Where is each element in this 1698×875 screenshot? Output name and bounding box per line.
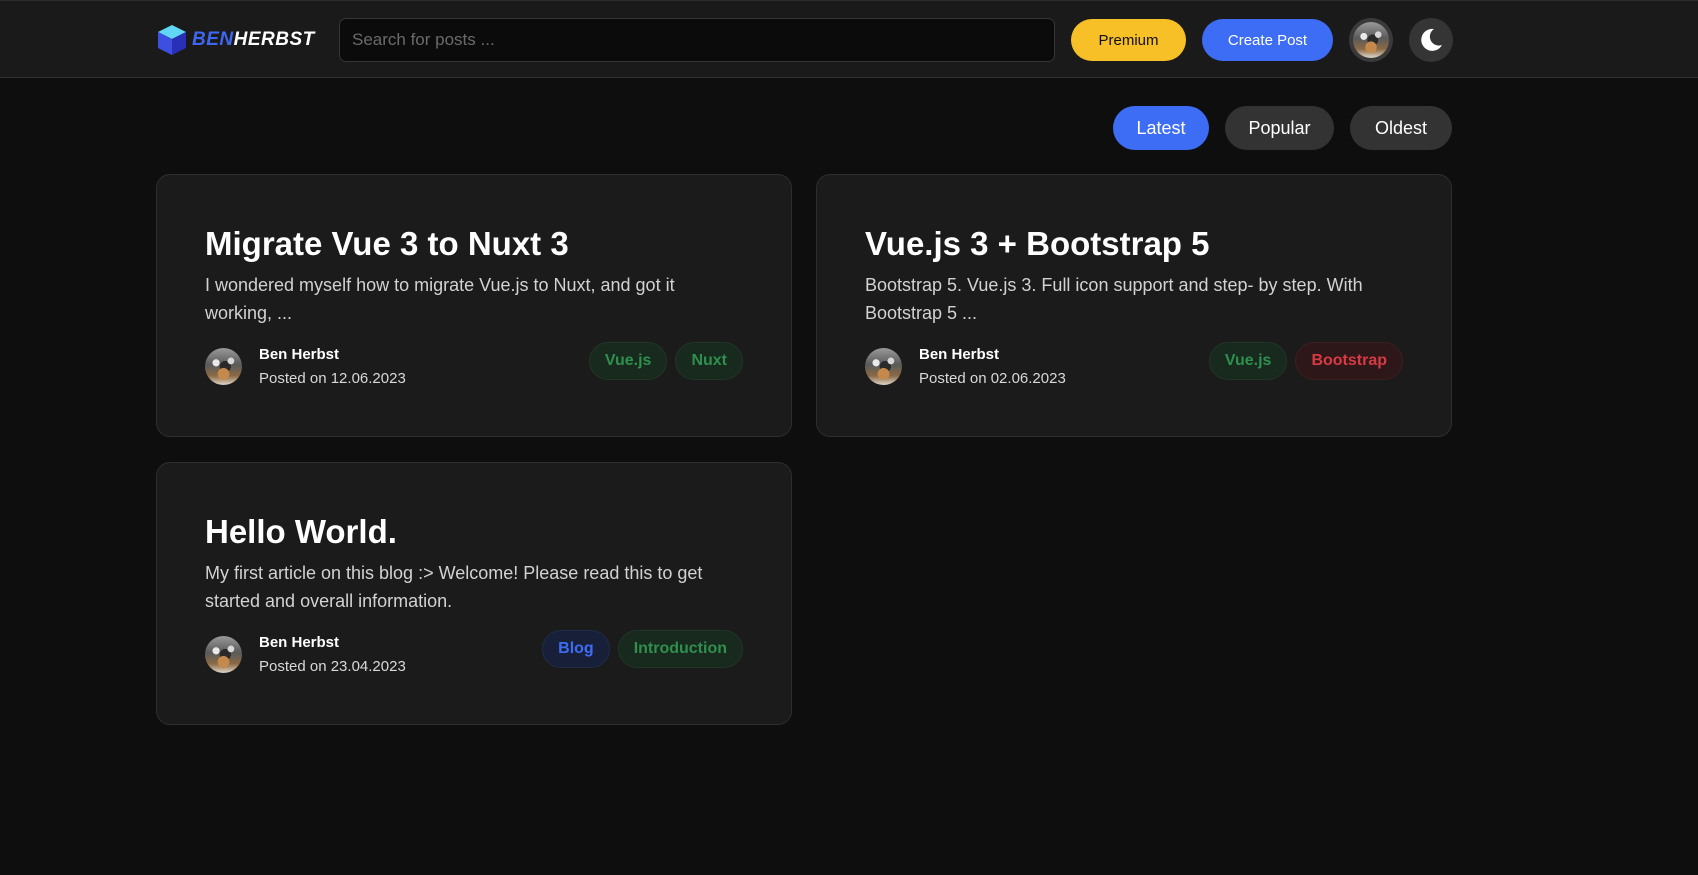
sort-popular-button[interactable]: Popular [1225,106,1334,150]
cube-icon [158,25,186,55]
tag-vuejs[interactable]: Vue.js [588,342,668,380]
post-author: Ben Herbst [259,346,340,363]
post-date: Posted on 12.06.2023 [259,370,406,387]
post-excerpt: I wondered myself how to migrate Vue.js … [205,275,675,323]
sort-oldest-button[interactable]: Oldest [1350,106,1452,150]
logo-text-ben: BEN [192,29,234,50]
site-logo[interactable]: BENHERBST [156,22,315,58]
create-post-button[interactable]: Create Post [1202,19,1333,61]
post-excerpt: Bootstrap 5. Vue.js 3. Full icon support… [865,275,1363,323]
tag-vuejs[interactable]: Vue.js [1208,342,1288,380]
post-card[interactable]: Migrate Vue 3 to Nuxt 3 I wondered mysel… [156,174,792,437]
theme-toggle-button[interactable] [1409,18,1453,62]
moon-icon [1421,28,1442,51]
post-excerpt: My first article on this blog :> Welcome… [205,563,703,611]
avatar [205,636,242,673]
logo-text: BENHERBST [192,29,315,51]
sort-latest-button[interactable]: Latest [1113,106,1209,150]
post-title[interactable]: Vue.js 3 + Bootstrap 5 [865,225,1209,263]
premium-button[interactable]: Premium [1071,19,1186,61]
post-tags: Vue.js Bootstrap [1208,342,1403,380]
avatar [205,348,242,385]
post-card[interactable]: Hello World. My first article on this bl… [156,462,792,725]
post-title[interactable]: Migrate Vue 3 to Nuxt 3 [205,225,569,263]
top-navbar: BENHERBST Premium Create Post [0,0,1698,78]
post-author: Ben Herbst [259,634,340,651]
post-card[interactable]: Vue.js 3 + Bootstrap 5 Bootstrap 5. Vue.… [816,174,1452,437]
search-input[interactable] [339,18,1055,62]
logo-text-herbst: HERBST [233,29,315,50]
avatar [1353,22,1389,58]
tag-nuxt[interactable]: Nuxt [675,342,743,380]
post-title[interactable]: Hello World. [205,513,397,551]
post-tags: Vue.js Nuxt [588,342,743,380]
tag-blog[interactable]: Blog [542,630,610,668]
tag-bootstrap[interactable]: Bootstrap [1295,342,1403,380]
avatar [865,348,902,385]
post-author: Ben Herbst [919,346,1000,363]
user-avatar-button[interactable] [1349,18,1393,62]
post-date: Posted on 02.06.2023 [919,370,1066,387]
post-date: Posted on 23.04.2023 [259,658,406,675]
post-tags: Blog Introduction [542,630,743,668]
tag-introduction[interactable]: Introduction [617,630,743,668]
